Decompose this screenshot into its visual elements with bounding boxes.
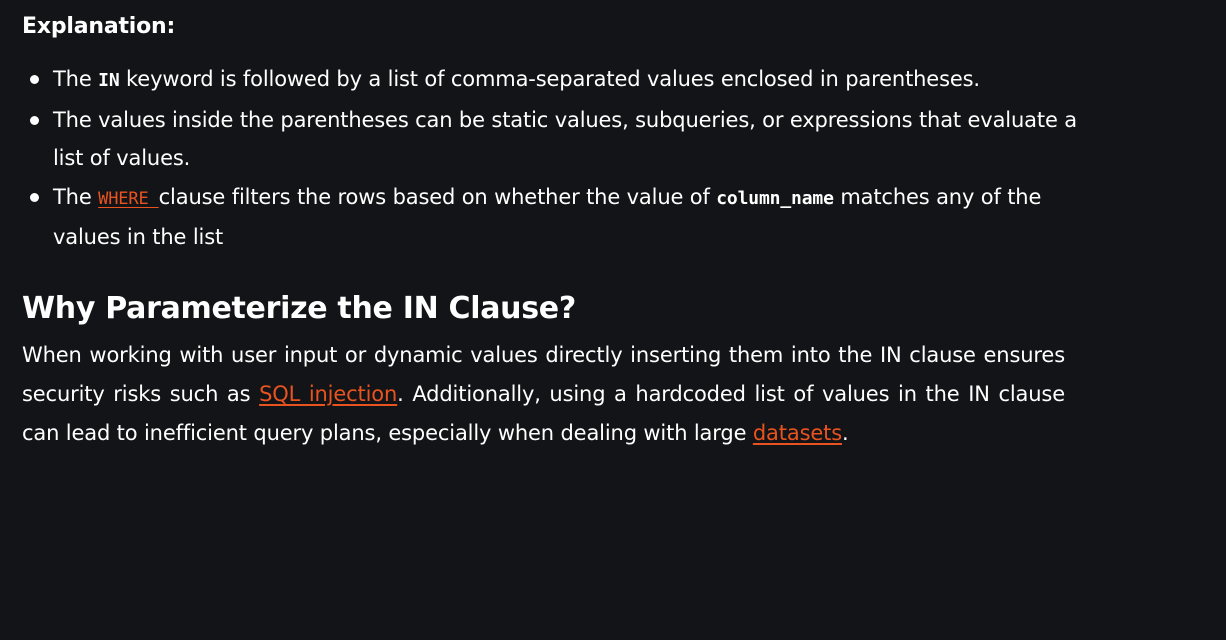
section-heading: Why Parameterize the IN Clause?: [22, 291, 576, 326]
bullet-text-suffix: keyword is followed by a list of comma-s…: [119, 67, 980, 91]
datasets-link[interactable]: datasets: [753, 421, 842, 445]
section-paragraph: When working with user input or dynamic …: [22, 336, 1065, 453]
inline-code-in: IN: [98, 70, 120, 91]
bullet-text-prefix: The: [53, 67, 99, 91]
sql-injection-link[interactable]: SQL injection: [259, 382, 397, 406]
bullet-text-middle: clause filters the rows based on whether…: [158, 184, 717, 209]
where-clause-link[interactable]: WHERE: [98, 189, 159, 209]
list-item: The values inside the parentheses can be…: [22, 101, 1082, 178]
explanation-heading: Explanation:: [22, 14, 176, 39]
bullet-text: The values inside the parentheses can be…: [53, 107, 1077, 171]
list-item: The WHERE clause filters the rows based …: [22, 178, 1082, 257]
paragraph-text: .: [842, 421, 849, 445]
list-item: The IN keyword is followed by a list of …: [22, 60, 1082, 101]
inline-code-column-name: column_name: [716, 187, 834, 209]
explanation-list: The IN keyword is followed by a list of …: [22, 60, 1082, 257]
bullet-text-prefix: The: [53, 184, 99, 209]
article-content: Explanation: The IN keyword is followed …: [0, 0, 1226, 640]
